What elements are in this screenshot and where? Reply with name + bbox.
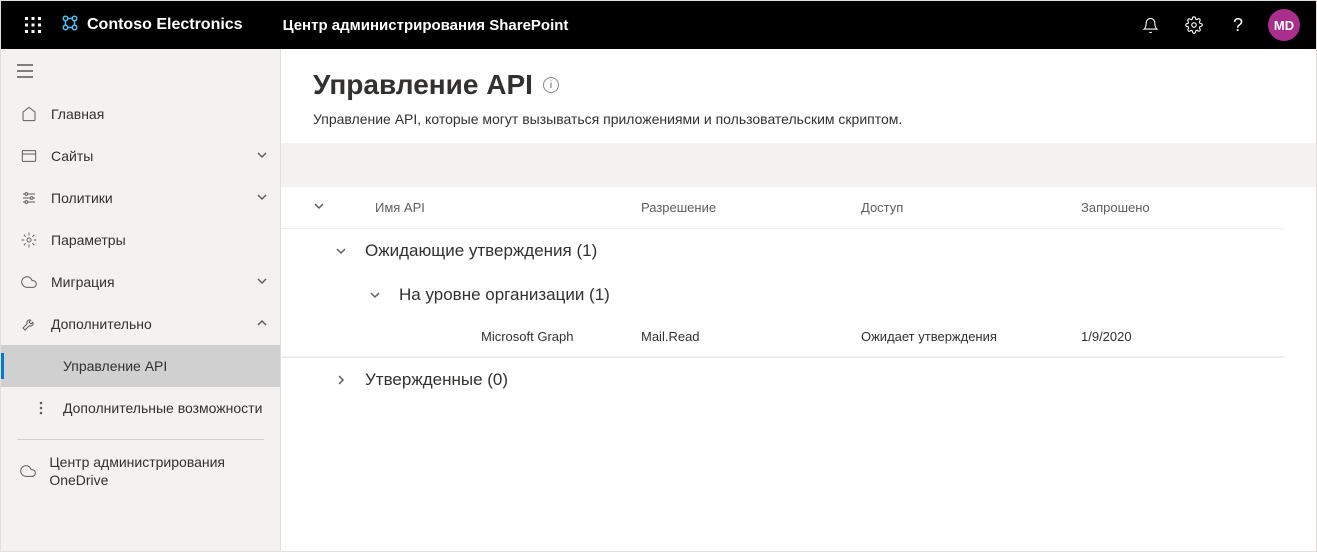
chevron-down-icon [256, 148, 268, 164]
nav-label: Сайты [51, 148, 93, 164]
chevron-up-icon [256, 316, 268, 332]
notifications-button[interactable] [1128, 1, 1172, 49]
help-button[interactable]: ? [1216, 1, 1260, 49]
cell-access: Ожидает утверждения [861, 329, 1081, 344]
nav-item-home[interactable]: Главная [1, 93, 280, 135]
bell-icon [1142, 17, 1159, 34]
cell-permission: Mail.Read [641, 329, 861, 344]
nav-item-sites[interactable]: Сайты [1, 135, 280, 177]
nav-label: Параметры [51, 232, 126, 248]
nav-label: Миграция [51, 274, 115, 290]
settings-button[interactable] [1172, 1, 1216, 49]
user-avatar[interactable]: MD [1268, 9, 1300, 41]
policy-icon [19, 190, 39, 206]
left-nav: Главная Сайты Политики Параметры [1, 49, 281, 551]
page-subtitle: Управление API, которые могут вызываться… [313, 111, 1284, 127]
group-approved[interactable]: Утвержденные (0) [281, 357, 1284, 401]
column-header-access[interactable]: Доступ [861, 200, 1081, 215]
group-label: На уровне организации (1) [399, 285, 610, 305]
nav-item-more-features[interactable]: Дополнительные возможности [1, 387, 280, 429]
hamburger-icon [17, 64, 33, 78]
gear-icon [1185, 16, 1203, 34]
column-header-permission[interactable]: Разрешение [641, 200, 861, 215]
nav-label: Дополнительно [51, 316, 152, 332]
chevron-down-icon [365, 289, 385, 301]
nav-label: Дополнительные возможности [63, 400, 262, 416]
nav-toggle-button[interactable] [1, 49, 49, 93]
nav-item-policies[interactable]: Политики [1, 177, 280, 219]
waffle-icon [25, 17, 41, 33]
site-icon [19, 148, 39, 164]
page-title: Управление API [313, 69, 533, 101]
nav-item-api-management[interactable]: Управление API [1, 345, 280, 387]
column-header-requested[interactable]: Запрошено [1081, 200, 1284, 215]
chevron-down-icon [256, 190, 268, 206]
wrench-icon [19, 316, 39, 332]
nav-item-onedrive-admin[interactable]: Центр администрирования OneDrive [1, 450, 280, 492]
group-pending[interactable]: Ожидающие утверждения (1) [281, 229, 1284, 273]
nav-item-settings[interactable]: Параметры [1, 219, 280, 261]
group-label: Ожидающие утверждения (1) [365, 241, 597, 261]
nav-item-advanced[interactable]: Дополнительно [1, 303, 280, 345]
suite-header: Contoso Electronics Центр администрирова… [1, 1, 1316, 49]
home-icon [19, 106, 39, 122]
question-icon: ? [1233, 15, 1243, 36]
chevron-down-icon [256, 274, 268, 290]
cloud-icon [19, 463, 37, 479]
table-row[interactable]: Microsoft Graph Mail.Read Ожидает утверж… [281, 317, 1284, 357]
group-organization[interactable]: На уровне организации (1) [281, 273, 1284, 317]
nav-divider [17, 439, 264, 440]
gear-icon [19, 232, 39, 248]
nav-label: Политики [51, 190, 113, 206]
cell-api-name: Microsoft Graph [341, 329, 641, 344]
more-icon [31, 401, 51, 415]
brand[interactable]: Contoso Electronics [61, 14, 243, 37]
brand-name: Contoso Electronics [87, 16, 243, 34]
main-content: Управление API i Управление API, которые… [281, 49, 1316, 551]
cloud-icon [19, 274, 39, 290]
nav-label: Центр администрирования OneDrive [49, 453, 268, 489]
app-title: Центр администрирования SharePoint [283, 17, 569, 34]
app-launcher-button[interactable] [9, 1, 57, 49]
chevron-down-icon [331, 245, 351, 257]
column-header-name[interactable]: Имя API [341, 200, 641, 215]
nav-label: Главная [51, 106, 104, 122]
info-icon[interactable]: i [543, 77, 559, 93]
brand-logo-icon [61, 14, 79, 37]
nav-label: Управление API [63, 358, 167, 374]
chevron-down-icon[interactable] [313, 200, 325, 215]
group-label: Утвержденные (0) [365, 370, 508, 390]
cell-requested: 1/9/2020 [1081, 329, 1284, 344]
command-bar [281, 143, 1316, 187]
api-table: Имя API Разрешение Доступ Запрошено Ожид… [281, 187, 1316, 401]
nav-item-migration[interactable]: Миграция [1, 261, 280, 303]
table-header-row: Имя API Разрешение Доступ Запрошено [281, 187, 1284, 229]
chevron-right-icon [331, 374, 351, 386]
